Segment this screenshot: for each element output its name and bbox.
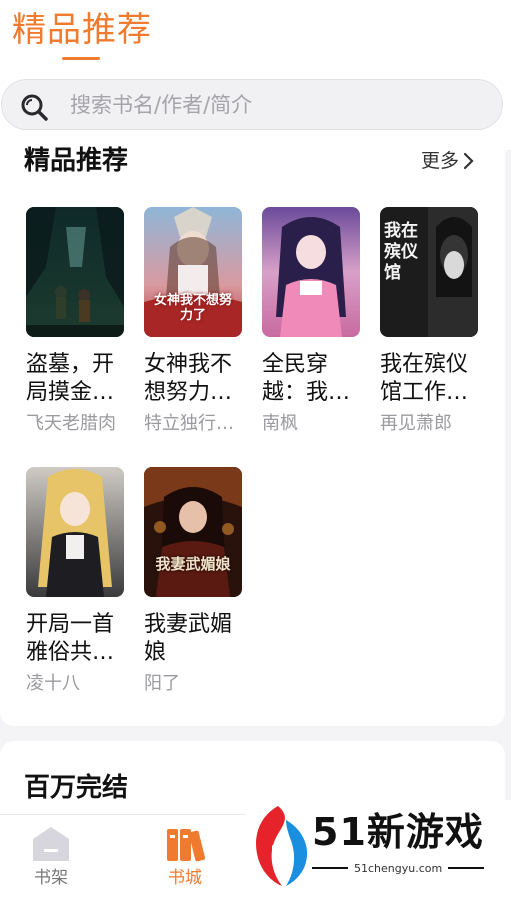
book-author: 特立独行…	[144, 413, 234, 434]
cover-text: 我妻武媚娘	[155, 555, 231, 573]
book-title: 女神我不想努力…	[144, 352, 233, 405]
book-item[interactable]: 全民穿越：我… 南枫	[262, 207, 362, 436]
book-item[interactable]: 我在殡仪馆 我在殡仪馆工作… 再见萧郎	[380, 207, 480, 436]
book-author: 南枫	[262, 413, 298, 434]
book-author: 再见萧郎	[380, 413, 452, 434]
cover-text: 我在殡仪馆	[384, 221, 418, 283]
watermark-url: 51chengyu.com	[354, 862, 443, 875]
book-title: 盗墓，开局摸金…	[26, 352, 115, 405]
watermark-text: 51新游戏	[312, 810, 484, 854]
book-cover[interactable]	[26, 207, 124, 337]
watermark-emblem-icon	[256, 806, 308, 886]
search-input[interactable]: 搜索书名/作者/简介	[1, 79, 503, 130]
nav-item-bookshelf[interactable]: 书架	[16, 825, 86, 889]
more-label: 更多	[421, 150, 460, 172]
section-title: 精品推荐	[24, 146, 129, 176]
book-author: 阳了	[144, 673, 180, 694]
nav-label: 书架	[34, 868, 68, 888]
chevron-right-icon	[463, 152, 474, 170]
book-item[interactable]: 盗墓，开局摸金… 飞天老腊肉	[26, 207, 126, 436]
book-cover[interactable]	[26, 467, 124, 597]
cover-text: 女神我不想努力了	[153, 293, 232, 323]
book-cover[interactable]: 我妻武媚娘	[144, 467, 242, 597]
search-icon	[21, 94, 48, 121]
watermark-rule	[312, 867, 348, 869]
book-title: 我在殡仪馆工作…	[380, 352, 469, 405]
watermark-rule	[448, 867, 484, 869]
more-button[interactable]: 更多	[421, 148, 475, 174]
bookshelf-icon	[33, 827, 69, 861]
book-cover[interactable]: 我在殡仪馆	[380, 207, 478, 337]
book-author: 飞天老腊肉	[26, 413, 116, 434]
book-item[interactable]: 我妻武媚娘 我妻武媚娘 阳了	[144, 467, 244, 696]
book-title: 全民穿越：我…	[262, 352, 351, 405]
section-title-completed: 百万完结	[24, 773, 129, 803]
nav-label: 书城	[168, 868, 202, 888]
book-item[interactable]: 女神我不想努力了 女神我不想努力… 特立独行…	[144, 207, 244, 436]
book-title: 我妻武媚娘	[144, 612, 233, 665]
book-title: 开局一首雅俗共…	[26, 612, 115, 665]
title-underline	[62, 57, 100, 60]
book-item[interactable]: 开局一首雅俗共… 凌十八	[26, 467, 126, 696]
page-title: 精品推荐	[12, 10, 152, 50]
book-author: 凌十八	[26, 673, 80, 694]
watermark-logo: 51新游戏 51chengyu.com	[246, 800, 511, 897]
search-placeholder: 搜索书名/作者/简介	[70, 93, 253, 117]
nav-item-bookstore[interactable]: 书城	[150, 825, 220, 889]
book-cover[interactable]	[262, 207, 360, 337]
book-cover[interactable]: 女神我不想努力了	[144, 207, 242, 337]
bookstore-icon	[167, 829, 205, 862]
